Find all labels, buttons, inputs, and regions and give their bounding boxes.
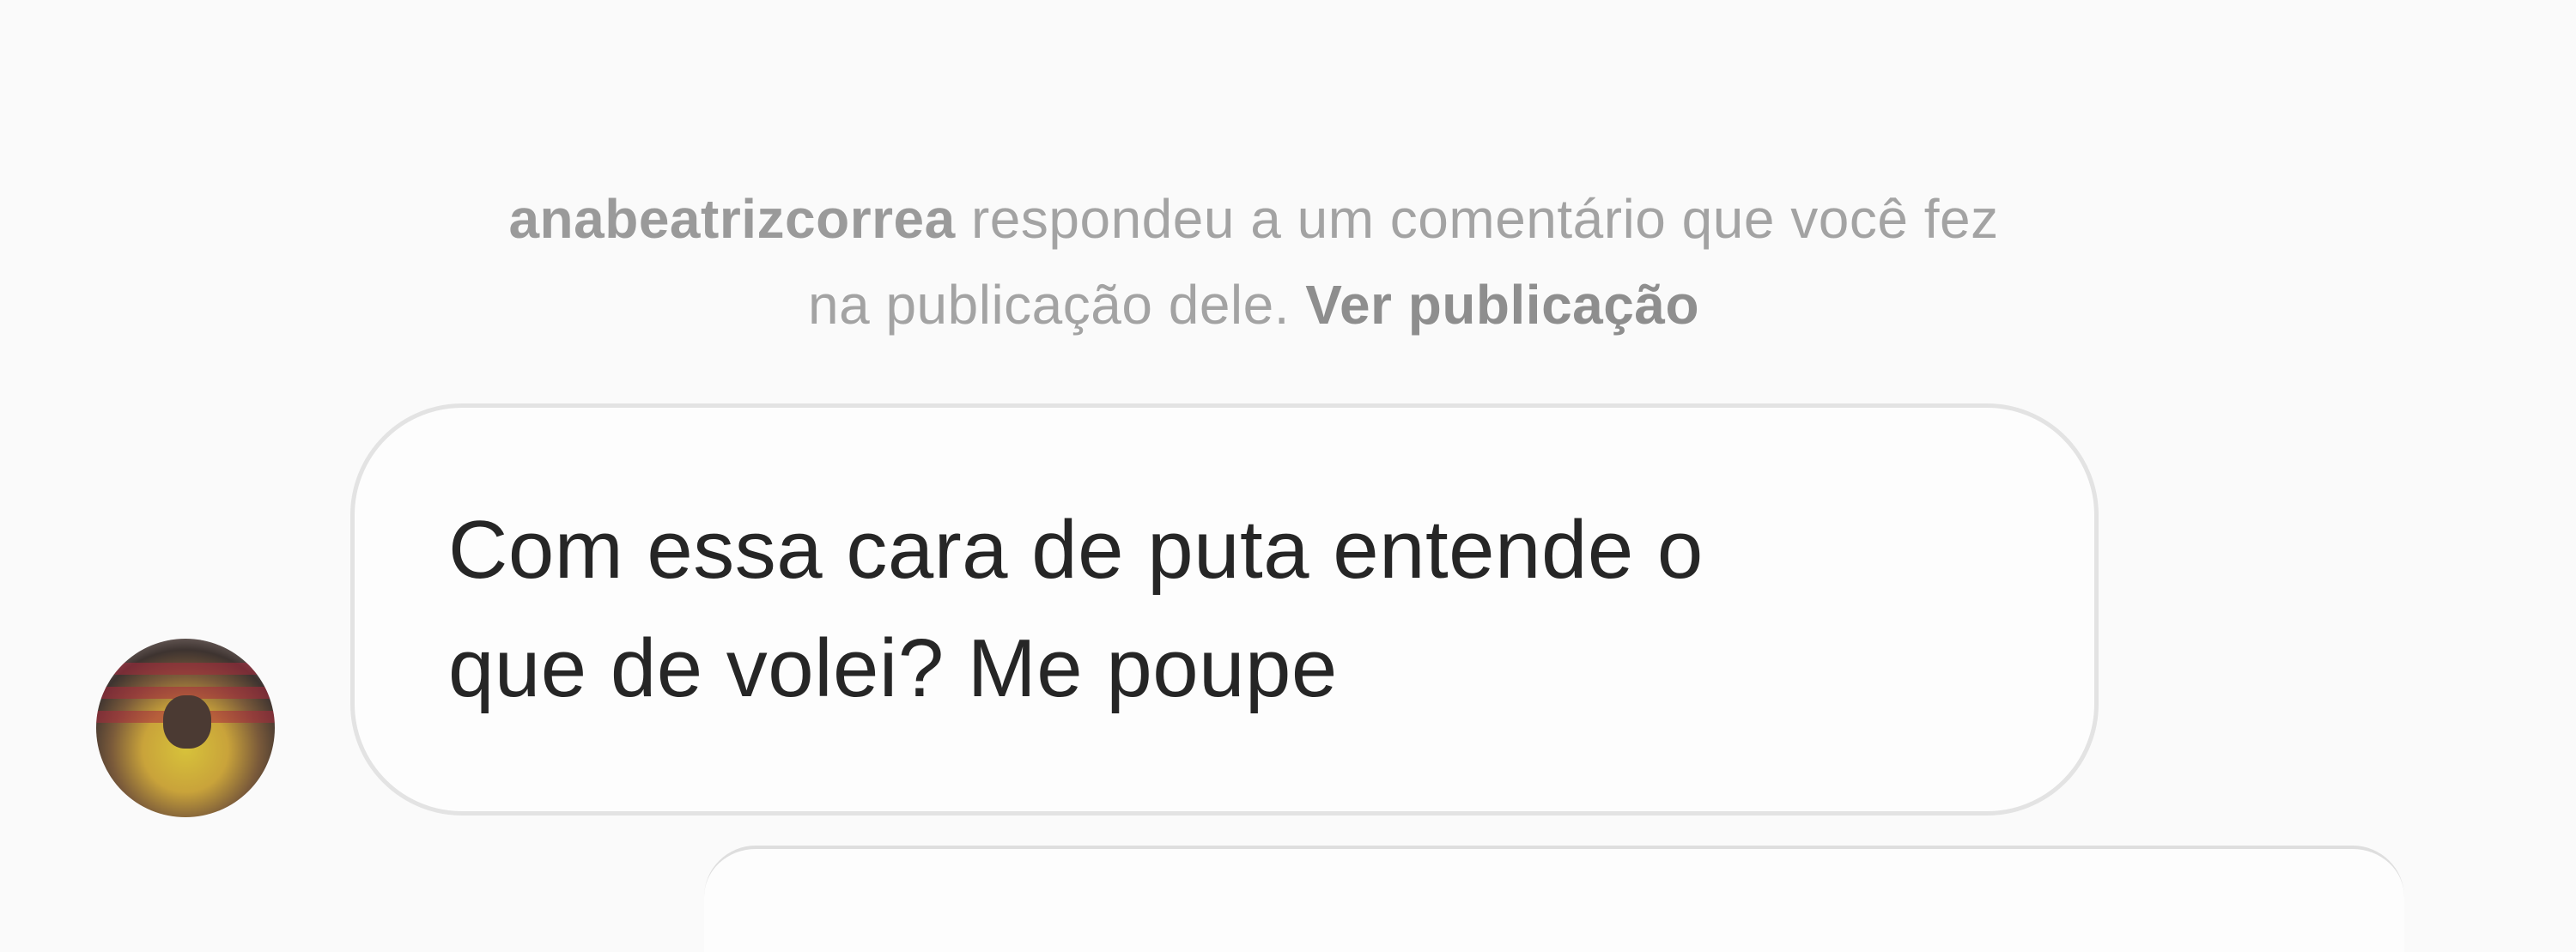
notification-line-2: na publicação dele. Ver publicação xyxy=(0,262,2507,348)
view-post-link[interactable]: Ver publicação xyxy=(1305,274,1699,336)
notification-text-1: respondeu a um comentário que você fez xyxy=(955,188,1999,250)
message-line-2: que de volei? Me poupe xyxy=(448,622,1338,714)
avatar-figure xyxy=(163,695,211,749)
reply-notification: anabeatrizcorrea respondeu a um comentár… xyxy=(0,176,2507,348)
message-text: Com essa cara de puta entende o que de v… xyxy=(448,491,2045,728)
sender-avatar[interactable] xyxy=(96,639,275,817)
message-line-1: Com essa cara de puta entende o xyxy=(448,504,1704,596)
notification-username[interactable]: anabeatrizcorrea xyxy=(508,188,955,250)
avatar-detail xyxy=(96,663,275,675)
next-message-bubble[interactable] xyxy=(704,846,2404,952)
notification-line-1: anabeatrizcorrea respondeu a um comentár… xyxy=(0,176,2507,262)
notification-text-2: na publicação dele. xyxy=(807,274,1306,336)
